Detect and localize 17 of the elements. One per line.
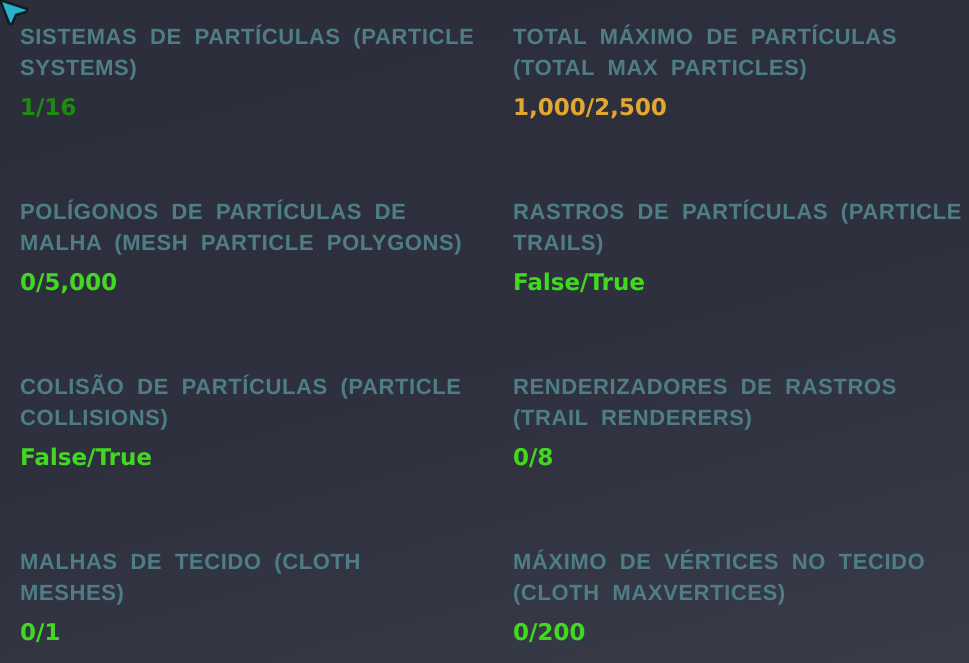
stat-value: 0/1 [20,619,60,648]
stat-label: TOTAL MÁXIMO DE PARTÍCULAS (TOTAL MAX PARTICLES) [513,23,898,82]
stat-value: 0/8 [513,444,554,473]
stat-value: 0/5,000 [20,269,118,298]
stat-value: 1/16 [20,94,76,123]
stat-label: RASTROS DE PARTÍCULAS (PARTICLE TRAILS) [513,198,963,257]
stat-value: False/True [513,269,645,298]
stat-value: False/True [20,444,152,473]
stat-label: COLISÃO DE PARTÍCULAS (PARTICLE COLLISIONS) [20,373,463,432]
stat-label: MÁXIMO DE VÉRTICES NO TECIDO (CLOTH MAXVERTICES) [513,548,926,607]
stat-label: POLÍGONOS DE PARTÍCULAS DE MALHA (MESH PARTICLE POLYGONS) [20,198,464,257]
stat-value: 0/200 [513,619,586,648]
stat-label: RENDERIZADORES DE RASTROS (TRAIL RENDERERS) [513,373,898,432]
stat-label: SISTEMAS DE PARTÍCULAS (PARTICLE SYSTEMS) [20,23,475,82]
cursor-icon [0,0,28,25]
stat-label: MALHAS DE TECIDO (CLOTH MESHES) [20,548,362,607]
stat-value: 1,000/2,500 [513,94,667,123]
